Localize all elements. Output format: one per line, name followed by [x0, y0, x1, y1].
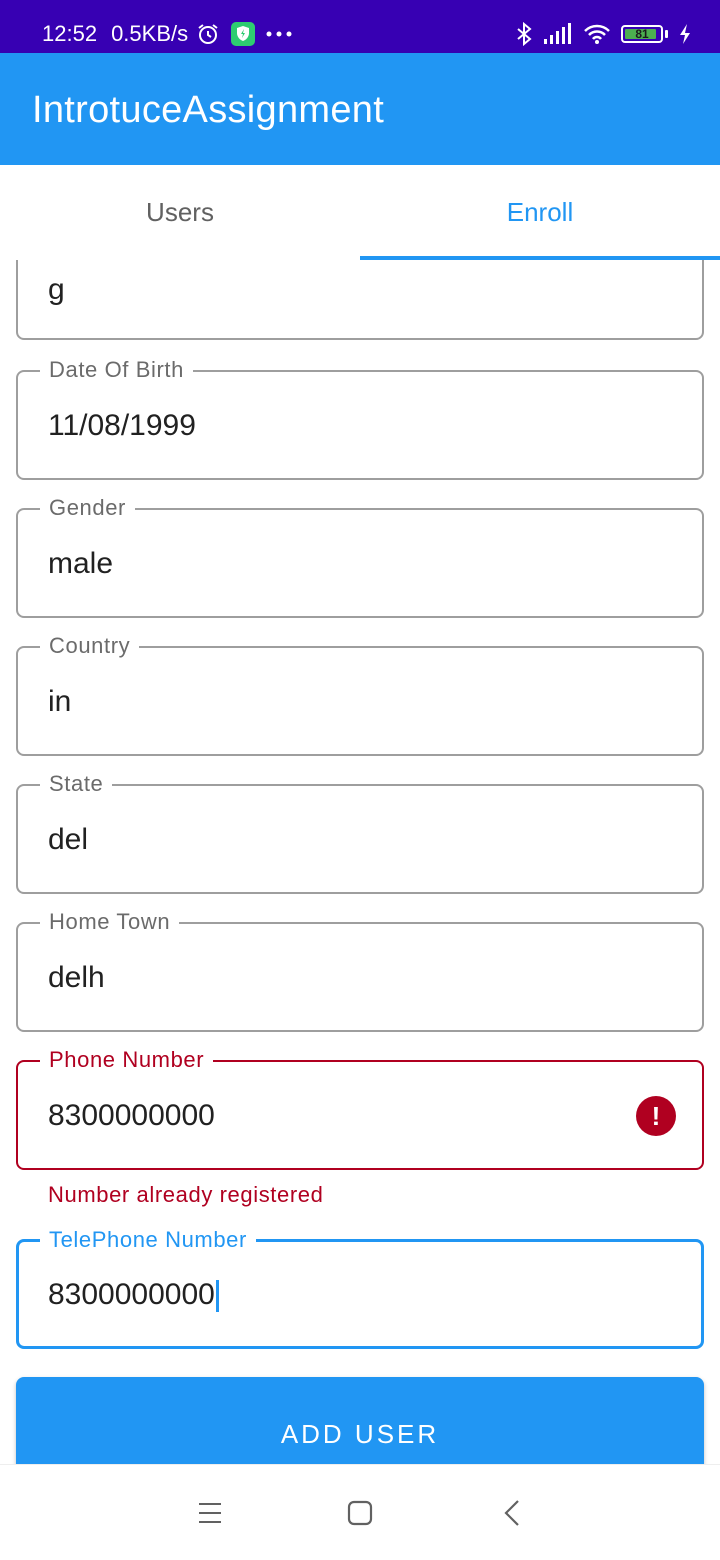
date-of-birth-value: 11/08/1999: [48, 409, 196, 442]
battery-nub: [665, 30, 668, 38]
tab-enroll[interactable]: Enroll: [360, 165, 720, 260]
tab-users[interactable]: Users: [0, 165, 360, 260]
phone-number-field[interactable]: Phone Number 8300000000 !: [16, 1045, 704, 1170]
add-user-button[interactable]: ADD USER: [16, 1377, 704, 1464]
signal-icon: [543, 23, 573, 45]
tab-bar: Users Enroll: [0, 165, 720, 260]
home-square-icon[interactable]: [340, 1493, 380, 1533]
screen: 12:52 0.5KB/s 81 IntrotuceAssignment Use…: [0, 0, 720, 1560]
home-town-value: delh: [48, 961, 105, 994]
app-title: IntrotuceAssignment: [32, 89, 385, 131]
phone-number-error-text: Number already registered: [48, 1182, 324, 1207]
phone-number-label: Phone Number: [40, 1045, 214, 1075]
enroll-form: g Date Of Birth 11/08/1999 Gender male C…: [0, 260, 720, 1464]
system-nav-bar: [0, 1464, 720, 1560]
state-value: del: [48, 823, 89, 856]
status-right: 81: [505, 18, 692, 50]
error-icon: !: [636, 1096, 676, 1136]
country-value: in: [48, 685, 72, 718]
add-user-button-label: ADD USER: [280, 1419, 440, 1449]
gender-value: male: [48, 547, 114, 580]
date-of-birth-field[interactable]: Date Of Birth 11/08/1999: [16, 355, 704, 480]
partial-text-field[interactable]: g: [16, 260, 704, 340]
state-field[interactable]: State del: [16, 769, 704, 894]
gender-field[interactable]: Gender male: [16, 493, 704, 618]
back-chevron-icon[interactable]: [492, 1493, 532, 1533]
battery-body: 81: [621, 25, 663, 43]
telephone-number-field[interactable]: TelePhone Number 8300000000: [16, 1225, 704, 1349]
gender-label: Gender: [40, 493, 135, 523]
status-time: 12:52: [42, 21, 98, 46]
more-dots-icon: [266, 30, 292, 38]
wifi-icon: [583, 23, 611, 45]
battery-level: 81: [635, 27, 649, 41]
telephone-number-value: 8300000000: [48, 1278, 215, 1311]
telephone-number-input-line: 8300000000: [48, 1277, 219, 1313]
state-label: State: [40, 769, 113, 799]
charging-icon: [678, 23, 692, 45]
partial-field-value: g: [48, 273, 65, 306]
text-cursor: [215, 1280, 219, 1313]
network-speed: 0.5KB/s: [111, 21, 189, 46]
country-field[interactable]: Country in: [16, 631, 704, 756]
battery-icon: 81: [621, 25, 668, 43]
telephone-number-label: TelePhone Number: [40, 1225, 256, 1255]
phone-number-value: 8300000000: [48, 1099, 215, 1132]
alarm-icon: [196, 22, 220, 46]
menu-icon[interactable]: [190, 1493, 230, 1533]
shield-app-icon: [230, 21, 256, 47]
home-town-field[interactable]: Home Town delh: [16, 907, 704, 1032]
date-of-birth-label: Date Of Birth: [40, 355, 193, 385]
app-bar: IntrotuceAssignment: [0, 53, 720, 165]
country-label: Country: [40, 631, 140, 661]
home-town-label: Home Town: [40, 907, 180, 937]
status-left: 12:52 0.5KB/s: [42, 18, 302, 50]
bluetooth-icon: [515, 22, 533, 46]
